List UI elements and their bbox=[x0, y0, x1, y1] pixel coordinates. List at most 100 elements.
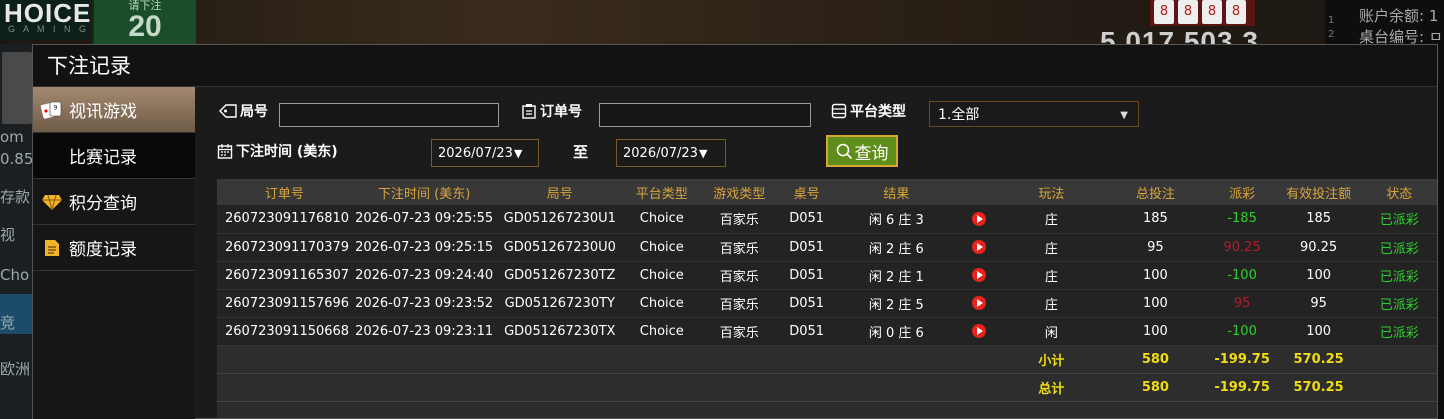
panel-num: 2 bbox=[1328, 29, 1335, 40]
lobby-text: 视 bbox=[0, 226, 16, 244]
sidebar-item-match-records[interactable]: 比赛记录 bbox=[33, 133, 195, 179]
order-filter-label: 订单号 bbox=[521, 101, 582, 121]
brand-logo: HOICE G A M I N G bbox=[0, 0, 90, 40]
diamond-icon bbox=[39, 191, 65, 213]
table-row: 260723091170379 2026-07-23 09:25:15 GD05… bbox=[217, 233, 1437, 261]
query-button[interactable]: 查询 bbox=[826, 135, 898, 167]
lobby-text: 竞 bbox=[0, 314, 16, 332]
game-type-cell: 百家乐 bbox=[719, 325, 759, 341]
bet-cell: 100 bbox=[1143, 295, 1168, 311]
table-no-cell: D051 bbox=[789, 211, 825, 227]
caret-down-icon: ▼ bbox=[513, 146, 523, 160]
chevron-down-icon: ▼ bbox=[1120, 110, 1128, 121]
lobby-text: 0.85 bbox=[0, 150, 34, 168]
platform-cell: Choice bbox=[639, 295, 684, 311]
play-video-icon[interactable] bbox=[971, 324, 986, 338]
lobby-right-strip bbox=[1438, 44, 1444, 419]
card: 8 bbox=[1154, 0, 1174, 24]
server-icon bbox=[831, 103, 847, 119]
play-video-icon[interactable] bbox=[971, 296, 986, 310]
replay-cell bbox=[958, 261, 1001, 289]
order-input[interactable] bbox=[599, 103, 811, 127]
modal-title: 下注记录 bbox=[33, 45, 1437, 87]
account-balance-label: 账户余额: 1 bbox=[1359, 7, 1439, 25]
platform-label-text: 平台类型 bbox=[850, 104, 906, 120]
records-table: 订单号 下注时间 (美东) 局号 平台类型 游戏类型 桌号 结果 玩法 总投注 … bbox=[217, 179, 1437, 402]
play-type-cell: 庄 bbox=[1044, 297, 1058, 313]
card: 8 bbox=[1202, 0, 1222, 24]
cards-icon: 9 bbox=[39, 99, 65, 121]
replay-cell bbox=[958, 233, 1001, 261]
order-cell: 260723091157696 bbox=[225, 295, 350, 311]
play-type-cell: 庄 bbox=[1044, 269, 1058, 285]
round-filter-label: 局号 bbox=[219, 101, 268, 121]
play-video-icon[interactable] bbox=[971, 240, 986, 254]
column-header: 局号 bbox=[546, 186, 573, 202]
time-cell: 2026-07-23 09:25:55 bbox=[355, 211, 494, 227]
status-cell: 已派彩 bbox=[1379, 297, 1419, 313]
round-input[interactable] bbox=[279, 103, 499, 127]
bet-cell: 95 bbox=[1147, 239, 1164, 255]
column-header: 平台类型 bbox=[635, 186, 688, 202]
payout-cell: -100 bbox=[1227, 267, 1257, 283]
date-from-picker[interactable]: 2026/07/23 ▼ bbox=[431, 139, 539, 167]
sidebar-item-live-games[interactable]: 9 视讯游戏 bbox=[33, 87, 195, 133]
replay-cell bbox=[958, 317, 1001, 345]
subtotal-spacer bbox=[217, 345, 1000, 373]
result-cell: 闲 6 庄 3 bbox=[868, 213, 924, 229]
subtotal-payout: -199.75 bbox=[1214, 351, 1270, 367]
round-cell: GD051267230TY bbox=[504, 295, 615, 311]
svg-text:9: 9 bbox=[54, 104, 58, 111]
column-header: 状态 bbox=[1386, 186, 1413, 202]
sidebar-item-label: 比赛记录 bbox=[69, 148, 137, 168]
total-bet: 580 bbox=[1141, 379, 1169, 395]
sidebar-item-credit-records[interactable]: 额度记录 bbox=[33, 225, 195, 271]
replay-cell bbox=[958, 205, 1001, 233]
column-header: 游戏类型 bbox=[713, 186, 766, 202]
clipboard-icon bbox=[522, 104, 536, 119]
play-video-icon[interactable] bbox=[971, 211, 986, 226]
round-cell: GD051267230TZ bbox=[504, 267, 616, 283]
result-cell: 闲 2 庄 5 bbox=[868, 297, 924, 313]
table-no-cell: D051 bbox=[789, 323, 825, 339]
valid-bet-cell: 100 bbox=[1306, 267, 1332, 283]
bet-countdown-tile: 请下注 20 bbox=[92, 0, 196, 44]
table-row: 260723091150668 2026-07-23 09:23:11 GD05… bbox=[217, 317, 1437, 345]
bet-cell: 100 bbox=[1143, 267, 1168, 283]
time-cell: 2026-07-23 09:23:11 bbox=[355, 323, 494, 339]
main-content: 局号 订单号 平台类型 1.全部 ▼ 下注时间 (美东) 2026/07/23 … bbox=[195, 87, 1437, 418]
platform-select[interactable]: 1.全部 ▼ bbox=[929, 101, 1139, 127]
lobby-text: Cho bbox=[0, 266, 30, 284]
sidebar: 9 视讯游戏 比赛记录 积分查询 额度记录 bbox=[33, 87, 195, 419]
time-filter-label: 下注时间 (美东) bbox=[217, 141, 338, 161]
column-header: 结果 bbox=[883, 186, 910, 202]
date-to-picker[interactable]: 2026/07/23 ▼ bbox=[616, 139, 726, 167]
account-panel-lines: 账户余额: 1 桌台编号: ㅁ bbox=[1359, 6, 1443, 48]
play-video-icon[interactable] bbox=[971, 268, 986, 282]
table-row: 260723091165307 2026-07-23 09:24:40 GD05… bbox=[217, 261, 1437, 289]
status-cell: 已派彩 bbox=[1379, 269, 1419, 285]
platform-cell: Choice bbox=[639, 211, 684, 227]
play-type-cell: 闲 bbox=[1044, 325, 1058, 341]
table-header-row: 订单号 下注时间 (美东) 局号 平台类型 游戏类型 桌号 结果 玩法 总投注 … bbox=[217, 179, 1437, 205]
sidebar-item-label: 积分查询 bbox=[69, 194, 137, 214]
dealer-avatar bbox=[2, 52, 32, 124]
bet-tile-value: 20 bbox=[128, 10, 162, 43]
search-icon bbox=[836, 143, 852, 159]
sidebar-item-label: 视讯游戏 bbox=[69, 102, 137, 122]
date-to-value: 2026/07/23 bbox=[623, 145, 698, 161]
logo-sub-text: G A M I N G bbox=[8, 24, 90, 34]
time-label-text: 下注时间 (美东) bbox=[236, 144, 338, 160]
platform-filter-label: 平台类型 bbox=[831, 101, 906, 121]
total-spacer bbox=[217, 373, 1000, 401]
column-header: 总投注 bbox=[1135, 186, 1175, 202]
sidebar-item-points-query[interactable]: 积分查询 bbox=[33, 179, 195, 225]
replay-cell bbox=[958, 289, 1001, 317]
lobby-left-strip: om 0.85 存款 视 Cho 竞 欧洲 bbox=[0, 44, 34, 419]
total-status-spacer bbox=[1361, 373, 1437, 401]
result-cell: 闲 2 庄 1 bbox=[868, 269, 924, 285]
subtotal-bet: 580 bbox=[1141, 351, 1169, 367]
payout-cell: -100 bbox=[1227, 323, 1257, 339]
platform-selected-value: 1.全部 bbox=[938, 107, 980, 123]
valid-bet-cell: 100 bbox=[1306, 323, 1332, 339]
